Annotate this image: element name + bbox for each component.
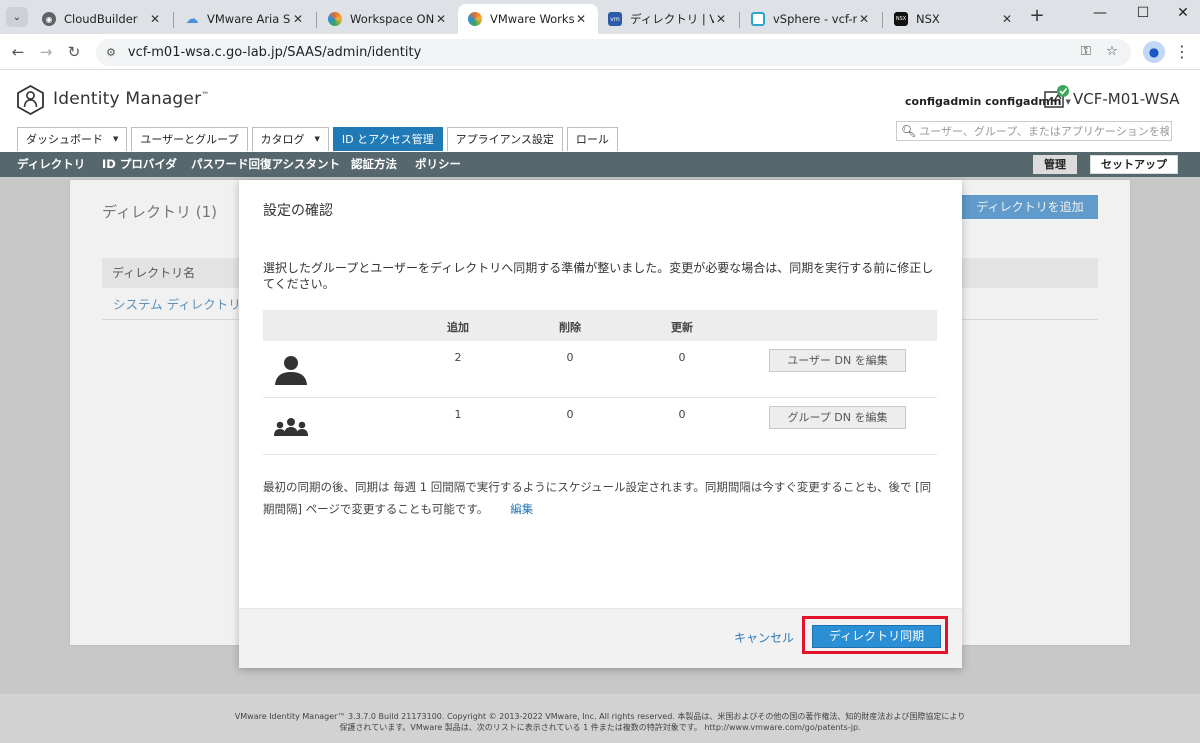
identity-manager-logo-icon xyxy=(17,85,44,115)
tab-identity-access[interactable]: ID とアクセス管理 xyxy=(332,127,443,151)
edit-user-dn-button[interactable]: ユーザー DN を編集 xyxy=(769,349,906,372)
cloud-icon: ☁ xyxy=(185,11,199,27)
users-add-count: 2 xyxy=(454,351,462,364)
subnav-identity-providers[interactable]: ID プロバイダ xyxy=(102,152,177,177)
nsx-icon: NSX xyxy=(894,12,908,26)
tab-workspace-one[interactable]: Workspace ONE ✕ xyxy=(318,4,458,34)
search-box[interactable]: 🔍︎ xyxy=(896,121,1172,141)
close-window-icon[interactable]: ✕ xyxy=(1163,5,1200,27)
dialog-description: 選択したグループとユーザーをディレクトリへ同期する準備が整いました。変更が必要な… xyxy=(263,261,934,291)
groups-add-count: 1 xyxy=(454,408,462,421)
profile-avatar-icon[interactable]: ● xyxy=(1143,41,1165,63)
globe-icon: ◉ xyxy=(42,12,56,26)
edit-group-dn-button[interactable]: グループ DN を編集 xyxy=(769,406,906,429)
reload-icon[interactable]: ↻ xyxy=(64,42,84,62)
browser-tab-strip: ⌄ ◉ CloudBuilder ✕ ☁ VMware Aria Suite ✕… xyxy=(0,0,1200,34)
header-add: 追加 xyxy=(447,321,469,334)
search-icon: 🔍︎ xyxy=(901,124,917,138)
tab-catalog[interactable]: カタログ ▼ xyxy=(251,127,329,151)
sync-summary-header: 追加 削除 更新 xyxy=(263,310,937,341)
close-icon[interactable]: ✕ xyxy=(857,12,871,26)
tenant-name: VCF-M01-WSA xyxy=(1073,90,1180,108)
footer: VMware Identity Manager™ 3.3.7.0 Build 2… xyxy=(0,694,1200,743)
close-icon[interactable]: ✕ xyxy=(148,12,162,26)
tab-search-icon[interactable]: ⌄ xyxy=(6,7,28,27)
cancel-button[interactable]: キャンセル xyxy=(734,629,794,646)
dialog-footer: キャンセル ディレクトリ同期 xyxy=(239,608,962,668)
edit-schedule-link[interactable]: 編集 xyxy=(510,502,533,516)
workspace-one-icon xyxy=(468,12,482,26)
vmware-icon: vm xyxy=(608,12,622,26)
tab-separator xyxy=(739,12,740,28)
close-icon[interactable]: ✕ xyxy=(434,12,448,26)
tab-directory[interactable]: vm ディレクトリ | VMware ✕ xyxy=(598,4,738,34)
close-icon[interactable]: ✕ xyxy=(1000,12,1014,26)
review-settings-dialog: 設定の確認 選択したグループとユーザーをディレクトリへ同期する準備が整いました。… xyxy=(239,180,962,668)
tab-vmware-workspace[interactable]: VMware Workspace ✕ xyxy=(458,4,598,34)
groups-delete-count: 0 xyxy=(566,408,574,421)
tab-separator xyxy=(882,12,883,28)
dialog-title: 設定の確認 xyxy=(263,203,333,219)
tab-vsphere[interactable]: vSphere - vcf-m01- ✕ xyxy=(741,4,881,34)
groups-sync-row: 1 0 0 グループ DN を編集 xyxy=(263,398,937,455)
user-icon xyxy=(275,356,307,385)
chevron-down-icon: ▼ xyxy=(314,135,320,143)
address-bar[interactable]: ⚙ vcf-m01-wsa.c.go-lab.jp/SAAS/admin/ide… xyxy=(96,39,1131,66)
tab-separator xyxy=(173,12,174,28)
workspace-one-icon xyxy=(328,12,342,26)
maximize-icon[interactable]: ☐ xyxy=(1123,5,1163,27)
browser-menu-icon[interactable]: ⋮ xyxy=(1174,41,1190,63)
site-info-icon[interactable]: ⚙ xyxy=(106,46,116,59)
chevron-down-icon: ▼ xyxy=(113,135,119,143)
group-icon xyxy=(274,418,308,436)
tab-separator xyxy=(316,12,317,28)
subnav-directories[interactable]: ディレクトリ xyxy=(17,152,85,177)
url-text: vcf-m01-wsa.c.go-lab.jp/SAAS/admin/ident… xyxy=(127,45,422,60)
tab-cloudbuilder[interactable]: ◉ CloudBuilder ✕ xyxy=(32,4,172,34)
sync-schedule-note: 最初の同期の後、同期は 毎週 1 回間隔で実行するようにスケジュール設定されます… xyxy=(263,480,932,516)
tab-users-groups[interactable]: ユーザーとグループ xyxy=(131,127,248,151)
close-icon[interactable]: ✕ xyxy=(291,12,305,26)
users-sync-row: 2 0 0 ユーザー DN を編集 xyxy=(263,341,937,398)
subnav-auth-methods[interactable]: 認証方法 xyxy=(351,152,397,177)
manage-button[interactable]: 管理 xyxy=(1033,155,1077,174)
new-tab-button[interactable]: + xyxy=(1026,6,1048,28)
search-input[interactable] xyxy=(919,124,1170,138)
minimize-icon[interactable]: — xyxy=(1080,5,1120,27)
close-icon[interactable]: ✕ xyxy=(714,12,728,26)
tab-aria-suite[interactable]: ☁ VMware Aria Suite ✕ xyxy=(175,4,315,34)
main-tabs: ダッシュボード ▼ ユーザーとグループ カタログ ▼ ID とアクセス管理 アプライ… xyxy=(17,127,618,151)
tab-dashboard[interactable]: ダッシュボード ▼ xyxy=(17,127,128,151)
header-delete: 削除 xyxy=(559,321,581,334)
bookmark-star-icon[interactable]: ☆ xyxy=(1100,40,1124,64)
vsphere-icon xyxy=(751,12,765,26)
back-icon[interactable]: ← xyxy=(8,42,28,62)
browser-toolbar: ← → ↻ ⚙ vcf-m01-wsa.c.go-lab.jp/SAAS/adm… xyxy=(0,34,1200,70)
tab-appliance-settings[interactable]: アプライアンス設定 xyxy=(446,127,563,151)
header-update: 更新 xyxy=(671,321,693,334)
subnav-password-recovery[interactable]: パスワード回復アシスタント xyxy=(191,152,340,177)
sync-directory-button[interactable]: ディレクトリ同期 xyxy=(812,625,941,648)
app-header: Identity Manager™ configadmin configadmi… xyxy=(0,70,1200,152)
forward-icon[interactable]: → xyxy=(36,42,56,62)
users-update-count: 0 xyxy=(678,351,686,364)
tenant-status-icon xyxy=(1044,85,1069,108)
tab-nsx[interactable]: NSX NSX ✕ xyxy=(884,4,1024,34)
product-name: Identity Manager™ xyxy=(53,89,210,109)
password-key-icon[interactable]: ⚿ xyxy=(1074,40,1098,64)
tab-roles[interactable]: ロール xyxy=(566,127,618,151)
setup-button[interactable]: セットアップ xyxy=(1090,155,1178,174)
sub-navigation: ディレクトリ ID プロバイダ パスワード回復アシスタント 認証方法 ポリシー … xyxy=(0,152,1200,177)
subnav-policies[interactable]: ポリシー xyxy=(415,152,461,177)
users-delete-count: 0 xyxy=(566,351,574,364)
groups-update-count: 0 xyxy=(678,408,686,421)
close-icon[interactable]: ✕ xyxy=(574,12,588,26)
